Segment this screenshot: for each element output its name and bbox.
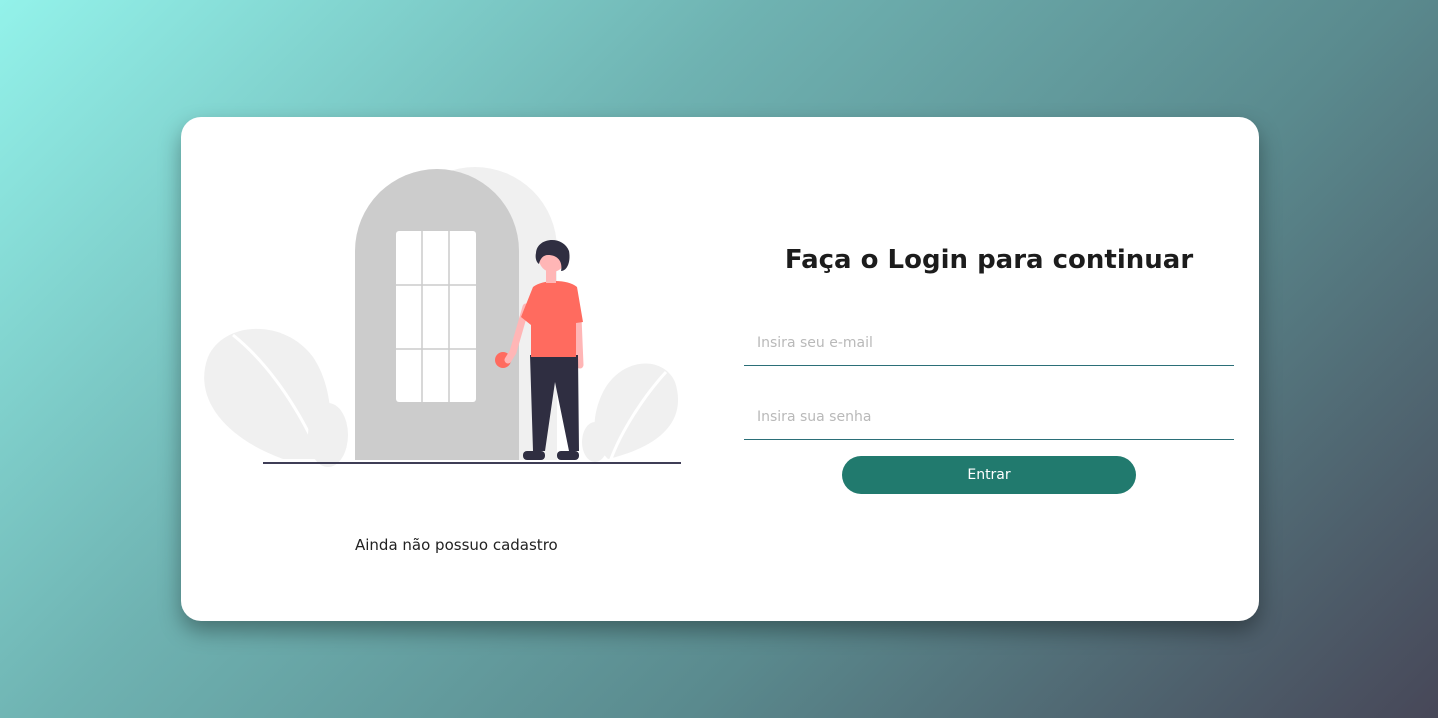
person-arm-right: [574, 313, 584, 369]
page-title: Faça o Login para continuar: [784, 245, 1194, 275]
email-field[interactable]: [744, 320, 1234, 366]
login-card: Ainda não possuo cadastro Faça o Login p…: [181, 117, 1259, 621]
small-bush-left: [308, 403, 348, 467]
password-field[interactable]: [744, 394, 1234, 440]
person-shoe-left: [523, 451, 545, 460]
door-window: [396, 231, 476, 402]
person-at-door-illustration: [204, 167, 681, 467]
person-shoe-right: [557, 451, 579, 460]
login-button[interactable]: Entrar: [842, 456, 1136, 494]
signup-link[interactable]: Ainda não possuo cadastro: [355, 536, 558, 554]
small-bush-right: [582, 422, 608, 462]
